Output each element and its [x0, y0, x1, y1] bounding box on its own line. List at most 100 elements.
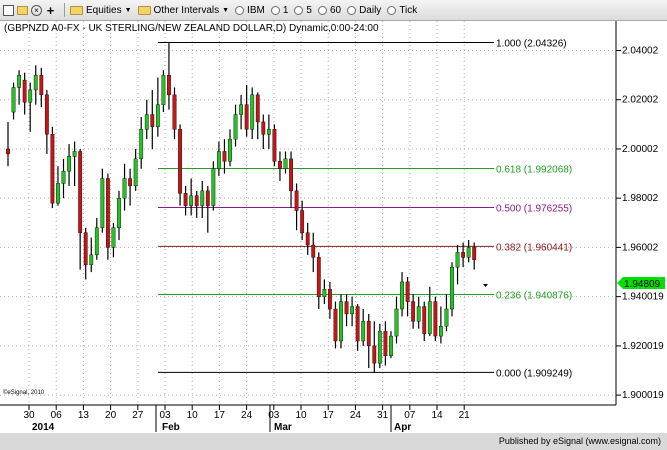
- folder-icon: [137, 5, 151, 15]
- candle-down: [472, 247, 477, 260]
- x-tick-label: 20: [105, 410, 117, 421]
- fibonacci-label: 0.618 (1.992068): [496, 165, 572, 176]
- candle-up: [466, 247, 471, 258]
- toolbar-icons-left[interactable]: × +: [0, 1, 62, 19]
- y-tick-label: 2.02002: [622, 95, 659, 106]
- candle-up: [350, 306, 354, 315]
- interval-daily-label: Daily: [359, 4, 382, 16]
- candle-up: [444, 308, 449, 327]
- other-intervals-label: Other Intervals: [153, 4, 220, 16]
- publisher-credit: Published by eSignal (www.esignal.com): [498, 436, 661, 446]
- x-month-label: Mar: [274, 422, 292, 433]
- candle-up: [11, 87, 16, 113]
- x-month-label: Apr: [394, 422, 411, 433]
- candle-up: [144, 114, 149, 130]
- candle-up: [389, 335, 393, 356]
- candle-up: [189, 195, 194, 206]
- candle-up: [161, 74, 166, 105]
- y-tick-label: 2.04002: [622, 45, 659, 56]
- candle-up: [416, 306, 421, 322]
- candle-up: [117, 198, 121, 228]
- candle-down: [222, 151, 227, 162]
- candle-up: [283, 158, 288, 169]
- candle-up: [439, 326, 443, 337]
- candle-up: [61, 170, 66, 184]
- chevron-down-icon: ▼: [124, 6, 132, 14]
- candle-up: [133, 158, 138, 187]
- chart-icon[interactable]: [3, 4, 14, 16]
- x-tick-label: 27: [132, 410, 144, 421]
- candle-down: [411, 301, 416, 322]
- candle-up: [94, 227, 99, 256]
- candle-up: [56, 183, 60, 204]
- candle-down: [272, 129, 277, 162]
- candle-down: [178, 129, 182, 194]
- x-tick-label: 21: [459, 410, 471, 421]
- candle-down: [294, 190, 299, 211]
- candle-up: [122, 178, 127, 199]
- candle-down: [366, 321, 371, 347]
- interval-5-button[interactable]: 5: [291, 1, 315, 19]
- y-tick-label: 1.900019: [622, 390, 664, 401]
- x-month-label: 2014: [32, 422, 55, 433]
- candle-down: [105, 178, 110, 248]
- chart-window[interactable]: 1.000 (2.04326) 0.618 (1.992068) 0.500 (1.…: [0, 21, 667, 433]
- toolbar-separator: [64, 3, 65, 17]
- x-tick-label: 07: [404, 410, 416, 421]
- candle-down: [167, 74, 171, 96]
- candle-up: [67, 156, 71, 172]
- radio-icon: [270, 5, 280, 15]
- chart-title: (GBPNZD A0-FX - UK STERLING/NEW ZEALAND …: [4, 23, 379, 34]
- open-folder-icon[interactable]: [17, 5, 28, 15]
- candle-up: [427, 301, 432, 334]
- candle-down: [150, 114, 155, 128]
- candle-up: [211, 168, 216, 206]
- last-price-label: 1.94809: [624, 279, 661, 290]
- candle-down: [172, 94, 177, 130]
- candle-down: [278, 161, 282, 169]
- last-price-marker: 1.94809: [617, 277, 665, 290]
- interval-daily-button[interactable]: Daily: [344, 1, 384, 19]
- candle-down: [405, 281, 410, 302]
- candle-up: [89, 254, 94, 265]
- radio-icon: [317, 5, 327, 15]
- y-tick-label: 1.920019: [622, 341, 664, 352]
- candle-down: [305, 232, 310, 246]
- candle-down: [383, 330, 388, 356]
- x-tick-label: 10: [187, 410, 199, 421]
- candle-down: [78, 151, 83, 233]
- chevron-down-icon: ▼: [222, 6, 230, 14]
- equities-label: Equities: [86, 4, 122, 16]
- candle-up: [455, 252, 460, 268]
- x-tick-label: 31: [377, 410, 389, 421]
- candle-down: [355, 306, 360, 342]
- price-chart[interactable]: 1.000 (2.04326) 0.618 (1.992068) 0.500 (1.…: [0, 21, 667, 433]
- candle-down: [205, 190, 210, 206]
- close-x-icon[interactable]: ×: [31, 4, 42, 16]
- x-tick-label: 24: [241, 410, 253, 421]
- x-tick-label: 14: [431, 410, 443, 421]
- candle-up: [239, 104, 243, 115]
- candle-down: [311, 244, 316, 258]
- fibonacci-label: 1.000 (2.04326): [496, 39, 567, 50]
- status-bar: Published by eSignal (www.esignal.com): [0, 433, 667, 450]
- y-tick-label: 2.00002: [622, 144, 659, 155]
- candle-up: [28, 89, 33, 103]
- candle-up: [72, 151, 77, 157]
- equities-dropdown[interactable]: Equities ▼: [67, 1, 135, 19]
- x-month-label: Feb: [162, 422, 180, 433]
- candle-up: [216, 151, 221, 169]
- interval-tick-button[interactable]: Tick: [384, 1, 420, 19]
- candle-down: [194, 195, 199, 206]
- interval-60-button[interactable]: 60: [315, 1, 344, 19]
- candle-down: [50, 134, 55, 204]
- candle-down: [300, 210, 305, 233]
- ibm-button[interactable]: IBM: [232, 1, 268, 19]
- candle-up: [200, 190, 205, 206]
- other-intervals-dropdown[interactable]: Other Intervals ▼: [135, 1, 233, 19]
- candle-up: [100, 178, 105, 228]
- plus-icon[interactable]: +: [45, 4, 56, 17]
- interval-1-button[interactable]: 1: [268, 1, 292, 19]
- candle-down: [6, 148, 10, 155]
- x-tick-label: 13: [78, 410, 90, 421]
